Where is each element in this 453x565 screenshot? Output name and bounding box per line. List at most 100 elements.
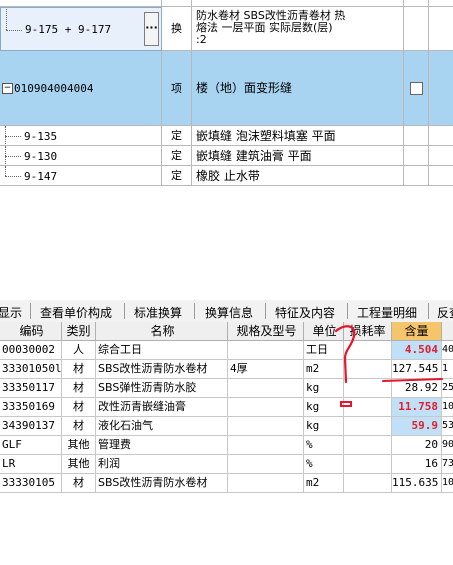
table-row[interactable]: 00030002 人综合工日 工日 4.504 40 bbox=[0, 341, 453, 360]
cell-loss[interactable] bbox=[344, 474, 392, 493]
tab-display[interactable]: 显示 bbox=[0, 304, 22, 321]
table-row[interactable]: 33330105 材 SBS改性沥青防水卷材 m2 115.635 10 bbox=[0, 474, 453, 493]
table-row[interactable]: GLF 其他 管理费% 20 90 bbox=[0, 436, 453, 455]
row-name: 防水卷材 SBS改性沥青卷材 热 熔法 一层平面 实际层数(层) :2 bbox=[192, 7, 404, 51]
cell-type: 材 bbox=[62, 474, 96, 493]
cell-spec[interactable] bbox=[228, 379, 304, 398]
row-checkbox[interactable] bbox=[410, 82, 423, 95]
cell-more: 40 bbox=[442, 341, 453, 360]
cell-spec[interactable] bbox=[228, 436, 304, 455]
col-spec[interactable]: 规格及型号 bbox=[228, 322, 304, 341]
cell-more: 10 bbox=[442, 398, 453, 417]
cell-name: 改性沥青嵌缝油膏 bbox=[96, 398, 228, 417]
cell-qty[interactable]: 20 bbox=[392, 436, 442, 455]
cell-unit: % bbox=[304, 436, 344, 455]
row-code: 9-175 + 9-177 bbox=[25, 23, 112, 36]
cell-qty[interactable]: 115.635 bbox=[392, 474, 442, 493]
cell-name: 利润 bbox=[96, 455, 228, 474]
cell-more: 25 bbox=[442, 379, 453, 398]
row-code: 9-135 bbox=[24, 130, 58, 143]
tab-reverse-lookup[interactable]: 反查 bbox=[437, 304, 453, 321]
cell-name: 综合工日 bbox=[96, 341, 228, 360]
cell-spec[interactable] bbox=[228, 474, 304, 493]
row-type: 定 bbox=[162, 166, 192, 186]
detail-tab-bar: 显示 查看单价构成 标准换算 换算信息 特征及内容 工程量明细 反查 bbox=[0, 300, 453, 323]
cell-unit: kg bbox=[304, 417, 344, 436]
table-row-selected[interactable]: − 010904004004 项 楼（地）面变形缝 bbox=[0, 51, 453, 126]
col-code[interactable]: 编码 bbox=[0, 322, 62, 341]
row-type: 项 bbox=[162, 51, 192, 126]
more-button[interactable]: ··· bbox=[144, 12, 159, 46]
cell-code: 33350117 bbox=[0, 379, 62, 398]
cell-name: SBS改性沥青防水卷材 bbox=[96, 360, 228, 379]
table-row[interactable]: LR 其他 利润% 16 73 bbox=[0, 455, 453, 474]
cell-loss[interactable] bbox=[344, 341, 392, 360]
row-name: 嵌填缝 泡沫塑料填塞 平面 bbox=[192, 126, 404, 146]
cell-qty[interactable]: 4.504 bbox=[392, 341, 442, 360]
cell-type: 人 bbox=[62, 341, 96, 360]
cell-qty[interactable]: 127.545 bbox=[392, 360, 442, 379]
col-name[interactable]: 名称 bbox=[96, 322, 228, 341]
cell-qty[interactable]: 16 bbox=[392, 455, 442, 474]
upper-item-grid: 9-175 + 9-177 ··· 换 防水卷材 SBS改性沥青卷材 热 熔法 … bbox=[0, 0, 453, 186]
cell-qty[interactable]: 28.92 bbox=[392, 379, 442, 398]
cell-spec[interactable] bbox=[228, 455, 304, 474]
cell-spec[interactable] bbox=[228, 341, 304, 360]
cell-code: 00030002 bbox=[0, 341, 62, 360]
row-code: 010904004004 bbox=[14, 82, 94, 95]
cell-type: 材 bbox=[62, 360, 96, 379]
cell-more: 1 bbox=[442, 360, 453, 379]
cell-loss[interactable] bbox=[344, 379, 392, 398]
table-row[interactable]: 33301050l 材 SBS改性沥青防水卷材 4厚 m2 127.545 1 bbox=[0, 360, 453, 379]
table-header: 编码 类别 名称 规格及型号 单位 损耗率 含量 bbox=[0, 322, 453, 341]
collapse-icon[interactable]: − bbox=[2, 83, 13, 94]
tab-quantity-detail[interactable]: 工程量明细 bbox=[357, 304, 417, 321]
col-qty[interactable]: 含量 bbox=[392, 322, 442, 341]
cell-spec[interactable]: 4厚 bbox=[228, 360, 304, 379]
cell-code: 34390137 bbox=[0, 417, 62, 436]
row-name: 楼（地）面变形缝 bbox=[192, 51, 404, 126]
cell-code: 33301050l bbox=[0, 360, 62, 379]
table-row[interactable]: 9-147 定 橡胶 止水带 bbox=[0, 166, 453, 186]
tab-features[interactable]: 特征及内容 bbox=[275, 304, 335, 321]
cell-loss[interactable] bbox=[344, 436, 392, 455]
table-row[interactable]: 9-135 定 嵌填缝 泡沫塑料填塞 平面 bbox=[0, 126, 453, 146]
row-name: 橡胶 止水带 bbox=[192, 166, 404, 186]
row-code: 9-147 bbox=[24, 170, 58, 183]
cell-type: 材 bbox=[62, 417, 96, 436]
col-unit[interactable]: 单位 bbox=[304, 322, 344, 341]
cell-type: 其他 bbox=[62, 455, 96, 474]
table-row[interactable]: 33350169 材改性沥青嵌缝油膏 kg 11.758 10 bbox=[0, 398, 453, 417]
table-row[interactable]: 9-175 + 9-177 ··· 换 防水卷材 SBS改性沥青卷材 热 熔法 … bbox=[0, 7, 453, 51]
cell-type: 材 bbox=[62, 398, 96, 417]
cell-name: SBS改性沥青防水卷材 bbox=[96, 474, 228, 493]
cell-type: 其他 bbox=[62, 436, 96, 455]
cell-qty[interactable]: 59.9 bbox=[392, 417, 442, 436]
table-row[interactable] bbox=[0, 0, 453, 7]
table-row[interactable]: 9-130 定 嵌填缝 建筑油膏 平面 bbox=[0, 146, 453, 166]
tab-conversion-info[interactable]: 换算信息 bbox=[205, 304, 253, 321]
row-type: 定 bbox=[162, 126, 192, 146]
cell-more: 90 bbox=[442, 436, 453, 455]
tab-unit-price[interactable]: 查看单价构成 bbox=[40, 304, 112, 321]
col-loss[interactable]: 损耗率 bbox=[344, 322, 392, 341]
cell-unit: kg bbox=[304, 379, 344, 398]
cell-qty[interactable]: 11.758 bbox=[392, 398, 442, 417]
cell-type: 材 bbox=[62, 379, 96, 398]
cell-more: 53 bbox=[442, 417, 453, 436]
cell-loss[interactable] bbox=[344, 455, 392, 474]
cell-unit: kg bbox=[304, 398, 344, 417]
cell-loss[interactable] bbox=[344, 417, 392, 436]
cell-loss[interactable] bbox=[344, 398, 392, 417]
cell-spec[interactable] bbox=[228, 417, 304, 436]
table-row[interactable]: 33350117 材 SBS弹性沥青防水胶 kg 28.92 25 bbox=[0, 379, 453, 398]
table-row[interactable]: 34390137 材液化石油气 kg 59.9 53 bbox=[0, 417, 453, 436]
cell-loss[interactable] bbox=[344, 360, 392, 379]
cell-spec[interactable] bbox=[228, 398, 304, 417]
row-type: 定 bbox=[162, 146, 192, 166]
code-edit-cell[interactable]: 9-175 + 9-177 ··· bbox=[0, 7, 162, 51]
col-type[interactable]: 类别 bbox=[62, 322, 96, 341]
cell-unit: % bbox=[304, 455, 344, 474]
tab-standard-conversion[interactable]: 标准换算 bbox=[134, 304, 182, 321]
row-code: 9-130 bbox=[24, 150, 58, 163]
